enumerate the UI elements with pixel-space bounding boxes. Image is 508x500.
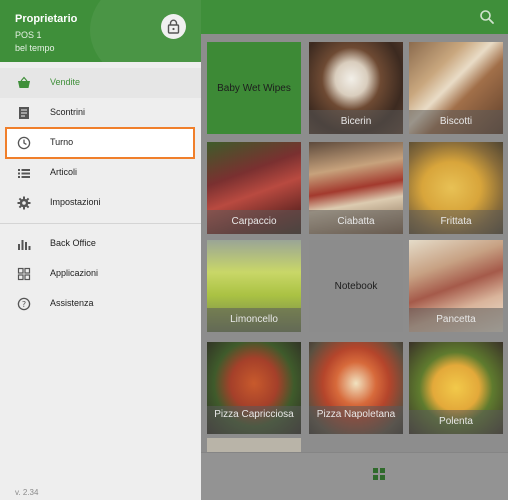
drawer-item-vendite[interactable]: Vendite (0, 68, 201, 98)
product-name: Pizza Napoletana (309, 406, 403, 434)
basket-icon (17, 76, 31, 90)
product-tile[interactable]: Carpaccio (207, 142, 301, 234)
product-name: Limoncello (207, 308, 301, 332)
product-tile[interactable]: Frittata (409, 142, 503, 234)
product-tile[interactable]: Ciabatta (309, 142, 403, 234)
bottom-bar (201, 452, 508, 500)
pos-name: POS 1 (15, 30, 42, 40)
drawer-divider (0, 223, 201, 224)
owner-name: Proprietario (15, 13, 78, 25)
svg-text:?: ? (22, 300, 26, 309)
product-name: Bicerin (309, 110, 403, 134)
grid-view-icon[interactable] (373, 467, 385, 480)
drawer-item-label: Turno (50, 137, 74, 147)
product-tile-partial[interactable] (207, 438, 301, 452)
product-name: Polenta (409, 410, 503, 434)
product-tile[interactable]: Pancetta (409, 240, 503, 332)
drawer-item-articoli[interactable]: Articoli (0, 158, 201, 188)
product-tile[interactable]: Notebook (309, 240, 403, 332)
drawer-item-turno[interactable]: Turno (5, 127, 195, 159)
product-tile[interactable]: Bicerin (309, 42, 403, 134)
app-version: v. 2.34 (15, 488, 39, 497)
product-tile[interactable]: Limoncello (207, 240, 301, 332)
product-name: Notebook (334, 280, 378, 292)
drawer-item-assistenza[interactable]: ? Assistenza (0, 289, 201, 319)
lock-button[interactable] (161, 14, 186, 39)
drawer-item-back-office[interactable]: Back Office (0, 229, 201, 259)
drawer-item-label: Back Office (50, 238, 96, 248)
product-name: Biscotti (409, 110, 503, 134)
product-grid: Baby Wet Wipes Bicerin Biscotti Carpacci… (201, 34, 508, 452)
product-name: Frittata (409, 210, 503, 234)
drawer-item-label: Vendite (50, 77, 81, 87)
navigation-drawer: Proprietario POS 1 bel tempo Vendite Sco… (0, 0, 201, 500)
help-icon: ? (17, 297, 31, 311)
drawer-item-scontrini[interactable]: Scontrini (0, 98, 201, 128)
product-tile[interactable]: Biscotti (409, 42, 503, 134)
clock-icon (17, 136, 31, 150)
product-name: Pizza Capricciosa (207, 406, 301, 434)
bar-chart-icon (17, 237, 31, 251)
product-name: Carpaccio (207, 210, 301, 234)
product-name: Ciabatta (309, 210, 403, 234)
drawer-header: Proprietario POS 1 bel tempo (0, 0, 201, 62)
drawer-item-label: Applicazioni (50, 268, 99, 278)
search-icon[interactable] (478, 8, 496, 26)
receipt-icon (17, 106, 31, 120)
drawer-item-impostazioni[interactable]: Impostazioni (0, 188, 201, 218)
store-name: bel tempo (15, 43, 55, 53)
drawer-item-label: Impostazioni (50, 197, 101, 207)
gear-icon (17, 196, 31, 210)
product-name: Baby Wet Wipes (217, 82, 291, 94)
drawer-item-applicazioni[interactable]: Applicazioni (0, 259, 201, 289)
apps-icon (17, 267, 31, 281)
list-icon (17, 166, 31, 180)
lock-icon (167, 19, 180, 34)
product-tile[interactable]: Baby Wet Wipes (207, 42, 301, 134)
drawer-item-label: Articoli (50, 167, 78, 177)
product-name: Pancetta (409, 308, 503, 332)
product-tile[interactable]: Pizza Capricciosa (207, 342, 301, 434)
drawer-item-label: Assistenza (50, 298, 94, 308)
product-photo (207, 438, 301, 452)
drawer-item-label: Scontrini (50, 107, 86, 117)
product-tile[interactable]: Polenta (409, 342, 503, 434)
product-tile[interactable]: Pizza Napoletana (309, 342, 403, 434)
